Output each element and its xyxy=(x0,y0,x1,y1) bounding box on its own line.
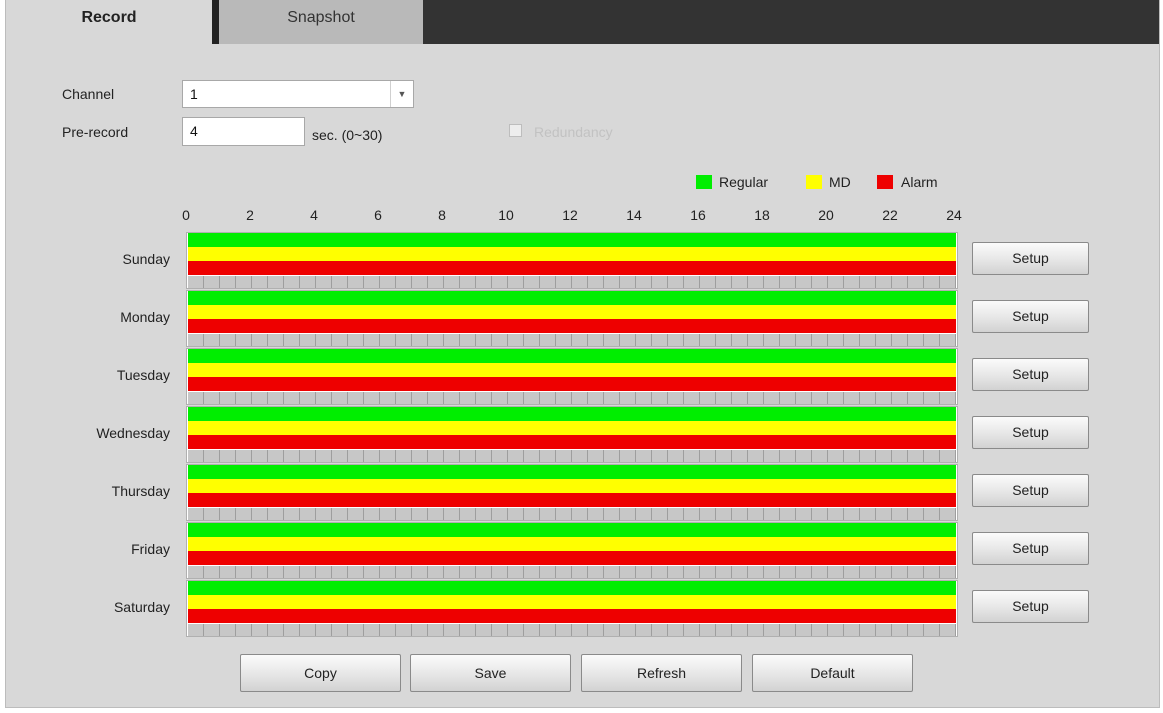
day-schedule-row[interactable] xyxy=(186,522,958,579)
half-hour-grid[interactable] xyxy=(188,450,956,462)
md-bar xyxy=(188,595,956,609)
timeline-tick: 10 xyxy=(498,207,514,223)
day-label: Tuesday xyxy=(116,367,170,383)
tab-record[interactable]: Record xyxy=(6,0,212,44)
legend-label-regular: Regular xyxy=(719,174,769,190)
default-button[interactable]: Default xyxy=(752,654,913,692)
setup-button[interactable]: Setup xyxy=(972,300,1089,333)
timeline-tick: 20 xyxy=(818,207,834,223)
day-schedule-row[interactable] xyxy=(186,290,958,347)
regular-bar xyxy=(188,407,956,421)
timeline-tick: 12 xyxy=(562,207,578,223)
regular-bar xyxy=(188,291,956,305)
timeline-tick: 24 xyxy=(946,207,962,223)
prerecord-input[interactable]: 4 xyxy=(182,117,305,146)
md-bar xyxy=(188,421,956,435)
timeline-tick: 2 xyxy=(246,207,254,223)
setup-button[interactable]: Setup xyxy=(972,416,1089,449)
channel-label: Channel xyxy=(62,86,115,102)
md-bar xyxy=(188,479,956,493)
timeline-tick: 6 xyxy=(374,207,382,223)
alarm-bar xyxy=(188,493,956,507)
legend-label-alarm: Alarm xyxy=(901,174,938,190)
regular-bar xyxy=(188,465,956,479)
md-bar xyxy=(188,247,956,261)
day-schedule-row[interactable] xyxy=(186,348,958,405)
timeline-tick: 18 xyxy=(754,207,770,223)
timeline-tick: 14 xyxy=(626,207,642,223)
alarm-bar xyxy=(188,435,956,449)
legend-swatch-md xyxy=(806,175,822,189)
redundancy-label: Redundancy xyxy=(534,124,613,140)
alarm-bar xyxy=(188,319,956,333)
day-schedule-row[interactable] xyxy=(186,580,958,637)
setup-button[interactable]: Setup xyxy=(972,358,1089,391)
day-label: Thursday xyxy=(111,483,170,499)
day-schedule-row[interactable] xyxy=(186,464,958,521)
day-label: Saturday xyxy=(113,599,170,615)
tab-bar: Record Snapshot xyxy=(6,0,1159,44)
day-label: Sunday xyxy=(122,251,170,267)
alarm-bar xyxy=(188,609,956,623)
save-button[interactable]: Save xyxy=(410,654,571,692)
half-hour-grid[interactable] xyxy=(188,334,956,346)
timeline-tick: 22 xyxy=(882,207,898,223)
setup-button[interactable]: Setup xyxy=(972,242,1089,275)
day-schedule-row[interactable] xyxy=(186,232,958,289)
regular-bar xyxy=(188,581,956,595)
channel-value: 1 xyxy=(190,86,198,102)
half-hour-grid[interactable] xyxy=(188,566,956,578)
regular-bar xyxy=(188,523,956,537)
tab-snapshot[interactable]: Snapshot xyxy=(219,0,423,44)
half-hour-grid[interactable] xyxy=(188,508,956,520)
alarm-bar xyxy=(188,551,956,565)
alarm-bar xyxy=(188,377,956,391)
day-label: Wednesday xyxy=(96,425,170,441)
record-settings-panel: Record Snapshot Channel 1 ▼ Pre-record 4… xyxy=(5,0,1160,708)
timeline-tick: 8 xyxy=(438,207,446,223)
half-hour-grid[interactable] xyxy=(188,624,956,636)
tab-divider xyxy=(212,0,219,44)
half-hour-grid[interactable] xyxy=(188,392,956,404)
legend-swatch-regular xyxy=(696,175,712,189)
day-label: Friday xyxy=(131,541,170,557)
timeline-tick: 0 xyxy=(182,207,190,223)
channel-select[interactable]: 1 ▼ xyxy=(182,80,414,108)
alarm-bar xyxy=(188,261,956,275)
copy-button[interactable]: Copy xyxy=(240,654,401,692)
day-schedule-row[interactable] xyxy=(186,406,958,463)
prerecord-value: 4 xyxy=(190,123,198,139)
regular-bar xyxy=(188,233,956,247)
setup-button[interactable]: Setup xyxy=(972,474,1089,507)
half-hour-grid[interactable] xyxy=(188,276,956,288)
prerecord-unit: sec. (0~30) xyxy=(312,127,383,143)
setup-button[interactable]: Setup xyxy=(972,532,1089,565)
prerecord-label: Pre-record xyxy=(62,124,129,140)
refresh-button[interactable]: Refresh xyxy=(581,654,742,692)
day-label: Monday xyxy=(120,309,170,325)
timeline-tick: 4 xyxy=(310,207,318,223)
legend-swatch-alarm xyxy=(877,175,893,189)
redundancy-checkbox[interactable] xyxy=(509,124,522,137)
regular-bar xyxy=(188,349,956,363)
timeline-tick: 16 xyxy=(690,207,706,223)
setup-button[interactable]: Setup xyxy=(972,590,1089,623)
chevron-down-icon[interactable]: ▼ xyxy=(390,81,413,107)
legend-label-md: MD xyxy=(829,174,851,190)
md-bar xyxy=(188,537,956,551)
md-bar xyxy=(188,363,956,377)
md-bar xyxy=(188,305,956,319)
